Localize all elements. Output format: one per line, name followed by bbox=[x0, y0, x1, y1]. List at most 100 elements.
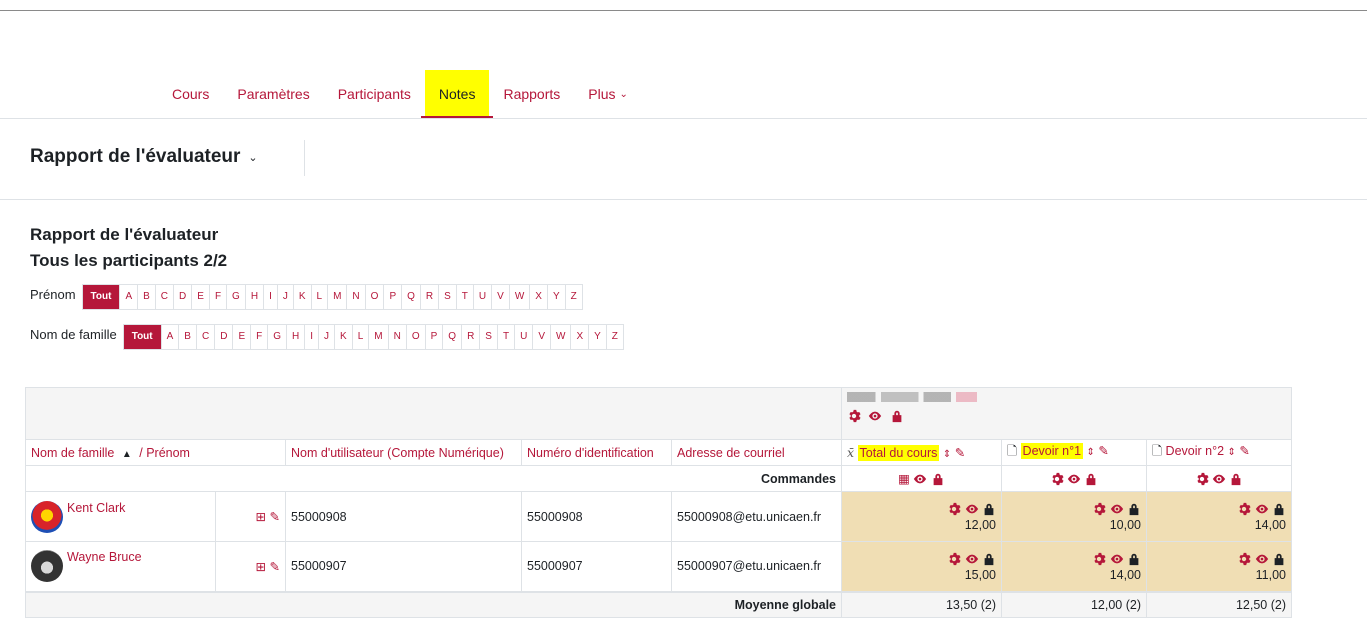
lastname-letter-a[interactable]: A bbox=[160, 325, 179, 349]
devoir2-header-link[interactable]: Devoir n°2 bbox=[1166, 444, 1225, 458]
firstname-letter-b[interactable]: B bbox=[137, 285, 155, 309]
username-header[interactable]: Nom d'utilisateur (Compte Numérique) bbox=[285, 439, 522, 466]
gear-icon[interactable] bbox=[947, 552, 961, 566]
gear-icon[interactable] bbox=[1092, 552, 1106, 566]
pencil-icon[interactable]: ✎ bbox=[270, 560, 280, 574]
pencil-icon[interactable]: ✎ bbox=[1239, 444, 1249, 458]
eye-icon[interactable] bbox=[1255, 502, 1269, 516]
firstname-letter-w[interactable]: W bbox=[508, 285, 529, 309]
sort-icon[interactable]: ⇕ bbox=[1087, 447, 1095, 458]
lastname-letter-k[interactable]: K bbox=[334, 325, 352, 349]
idnumber-header[interactable]: Numéro d'identification bbox=[521, 439, 672, 466]
firstname-letter-o[interactable]: O bbox=[364, 285, 384, 309]
lastname-letter-o[interactable]: O bbox=[405, 325, 425, 349]
lastname-letter-s[interactable]: S bbox=[479, 325, 497, 349]
lastname-letter-n[interactable]: N bbox=[387, 325, 406, 349]
student-name-link[interactable]: Wayne Bruce bbox=[67, 550, 142, 564]
lock-icon[interactable] bbox=[1229, 472, 1243, 486]
lastname-letter-x[interactable]: X bbox=[570, 325, 588, 349]
gear-icon[interactable] bbox=[1237, 502, 1251, 516]
grade-cell-devoir2[interactable]: 11,00 bbox=[1146, 541, 1292, 592]
calculator-icon[interactable]: ▦ bbox=[898, 472, 910, 486]
pencil-icon[interactable]: ✎ bbox=[955, 446, 965, 460]
nav-rapports[interactable]: Rapports bbox=[489, 70, 574, 118]
gear-icon[interactable] bbox=[1092, 502, 1106, 516]
lastname-letter-g[interactable]: G bbox=[267, 325, 286, 349]
lock-open-icon[interactable] bbox=[890, 409, 904, 423]
eye-icon[interactable] bbox=[965, 552, 979, 566]
lastname-letter-u[interactable]: U bbox=[514, 325, 532, 349]
sort-icon[interactable]: ⇕ bbox=[1228, 447, 1236, 458]
lock-icon[interactable] bbox=[1127, 502, 1141, 516]
eye-icon[interactable] bbox=[868, 409, 882, 423]
eye-icon[interactable] bbox=[1212, 472, 1226, 486]
report-selector[interactable]: Rapport de l'évaluateur ⌄ bbox=[30, 146, 258, 168]
firstname-letter-d[interactable]: D bbox=[173, 285, 191, 309]
firstname-letter-h[interactable]: H bbox=[244, 285, 263, 309]
lock-icon[interactable] bbox=[982, 552, 996, 566]
firstname-letter-l[interactable]: L bbox=[310, 285, 328, 309]
lastname-letter-z[interactable]: Z bbox=[605, 325, 623, 349]
lastname-letter-d[interactable]: D bbox=[214, 325, 232, 349]
eye-icon[interactable] bbox=[1110, 502, 1124, 516]
grade-table-icon[interactable]: ⊞ bbox=[256, 560, 266, 574]
grade-cell-devoir1[interactable]: 14,00 bbox=[1001, 541, 1147, 592]
firstname-letter-q[interactable]: Q bbox=[401, 285, 420, 309]
nav-cours[interactable]: Cours bbox=[158, 70, 223, 118]
lastname-letter-f[interactable]: F bbox=[250, 325, 267, 349]
firstname-sort-link[interactable]: / Prénom bbox=[139, 446, 190, 460]
firstname-letter-c[interactable]: C bbox=[154, 285, 173, 309]
firstname-letter-x[interactable]: X bbox=[529, 285, 547, 309]
grade-cell-total[interactable]: 12,00 bbox=[841, 491, 1002, 542]
lastname-letter-c[interactable]: C bbox=[195, 325, 214, 349]
firstname-letter-a[interactable]: A bbox=[119, 285, 137, 309]
lastname-letter-r[interactable]: R bbox=[461, 325, 479, 349]
grade-cell-total[interactable]: 15,00 bbox=[841, 541, 1002, 592]
firstname-all[interactable]: Tout bbox=[82, 285, 120, 309]
grade-cell-devoir1[interactable]: 10,00 bbox=[1001, 491, 1147, 542]
eye-icon[interactable] bbox=[1110, 552, 1124, 566]
lock-icon[interactable] bbox=[931, 472, 945, 486]
eye-icon[interactable] bbox=[913, 472, 927, 486]
student-name-link[interactable]: Kent Clark bbox=[67, 501, 125, 515]
firstname-letter-p[interactable]: P bbox=[383, 285, 401, 309]
firstname-letter-g[interactable]: G bbox=[226, 285, 245, 309]
lastname-letter-m[interactable]: M bbox=[368, 325, 387, 349]
lastname-letter-l[interactable]: L bbox=[351, 325, 369, 349]
firstname-letter-m[interactable]: M bbox=[327, 285, 346, 309]
gear-icon[interactable] bbox=[947, 502, 961, 516]
devoir1-header-link[interactable]: Devoir n°1 bbox=[1020, 443, 1084, 459]
pencil-icon[interactable]: ✎ bbox=[270, 510, 280, 524]
pencil-icon[interactable]: ✎ bbox=[1098, 444, 1108, 458]
lock-icon[interactable] bbox=[1272, 502, 1286, 516]
firstname-letter-y[interactable]: Y bbox=[546, 285, 565, 309]
lock-icon[interactable] bbox=[1272, 552, 1286, 566]
lastname-letter-i[interactable]: I bbox=[304, 325, 318, 349]
lastname-letter-p[interactable]: P bbox=[424, 325, 443, 349]
lastname-letter-t[interactable]: T bbox=[496, 325, 514, 349]
email-header[interactable]: Adresse de courriel bbox=[671, 439, 842, 466]
eye-icon[interactable] bbox=[1255, 552, 1269, 566]
firstname-letter-i[interactable]: I bbox=[263, 285, 277, 309]
lastname-sort-link[interactable]: Nom de famille bbox=[31, 446, 114, 460]
lastname-letter-e[interactable]: E bbox=[232, 325, 250, 349]
firstname-letter-k[interactable]: K bbox=[292, 285, 311, 309]
eye-icon[interactable] bbox=[1067, 472, 1081, 486]
lock-icon[interactable] bbox=[982, 502, 996, 516]
nav-parametres[interactable]: Paramètres bbox=[223, 70, 323, 118]
nav-notes[interactable]: Notes bbox=[420, 70, 494, 119]
lastname-letter-h[interactable]: H bbox=[286, 325, 304, 349]
gear-icon[interactable] bbox=[1050, 472, 1064, 486]
gear-icon[interactable] bbox=[1195, 472, 1209, 486]
lastname-letter-q[interactable]: Q bbox=[442, 325, 461, 349]
nav-participants[interactable]: Participants bbox=[324, 70, 425, 118]
sort-icon[interactable]: ⇕ bbox=[943, 449, 951, 460]
gear-icon[interactable] bbox=[847, 409, 861, 423]
firstname-letter-e[interactable]: E bbox=[191, 285, 209, 309]
lastname-all[interactable]: Tout bbox=[123, 325, 161, 349]
firstname-letter-j[interactable]: J bbox=[276, 285, 293, 309]
lastname-letter-w[interactable]: W bbox=[549, 325, 570, 349]
grade-cell-devoir2[interactable]: 14,00 bbox=[1146, 491, 1292, 542]
gear-icon[interactable] bbox=[1237, 552, 1251, 566]
lock-icon[interactable] bbox=[1127, 552, 1141, 566]
